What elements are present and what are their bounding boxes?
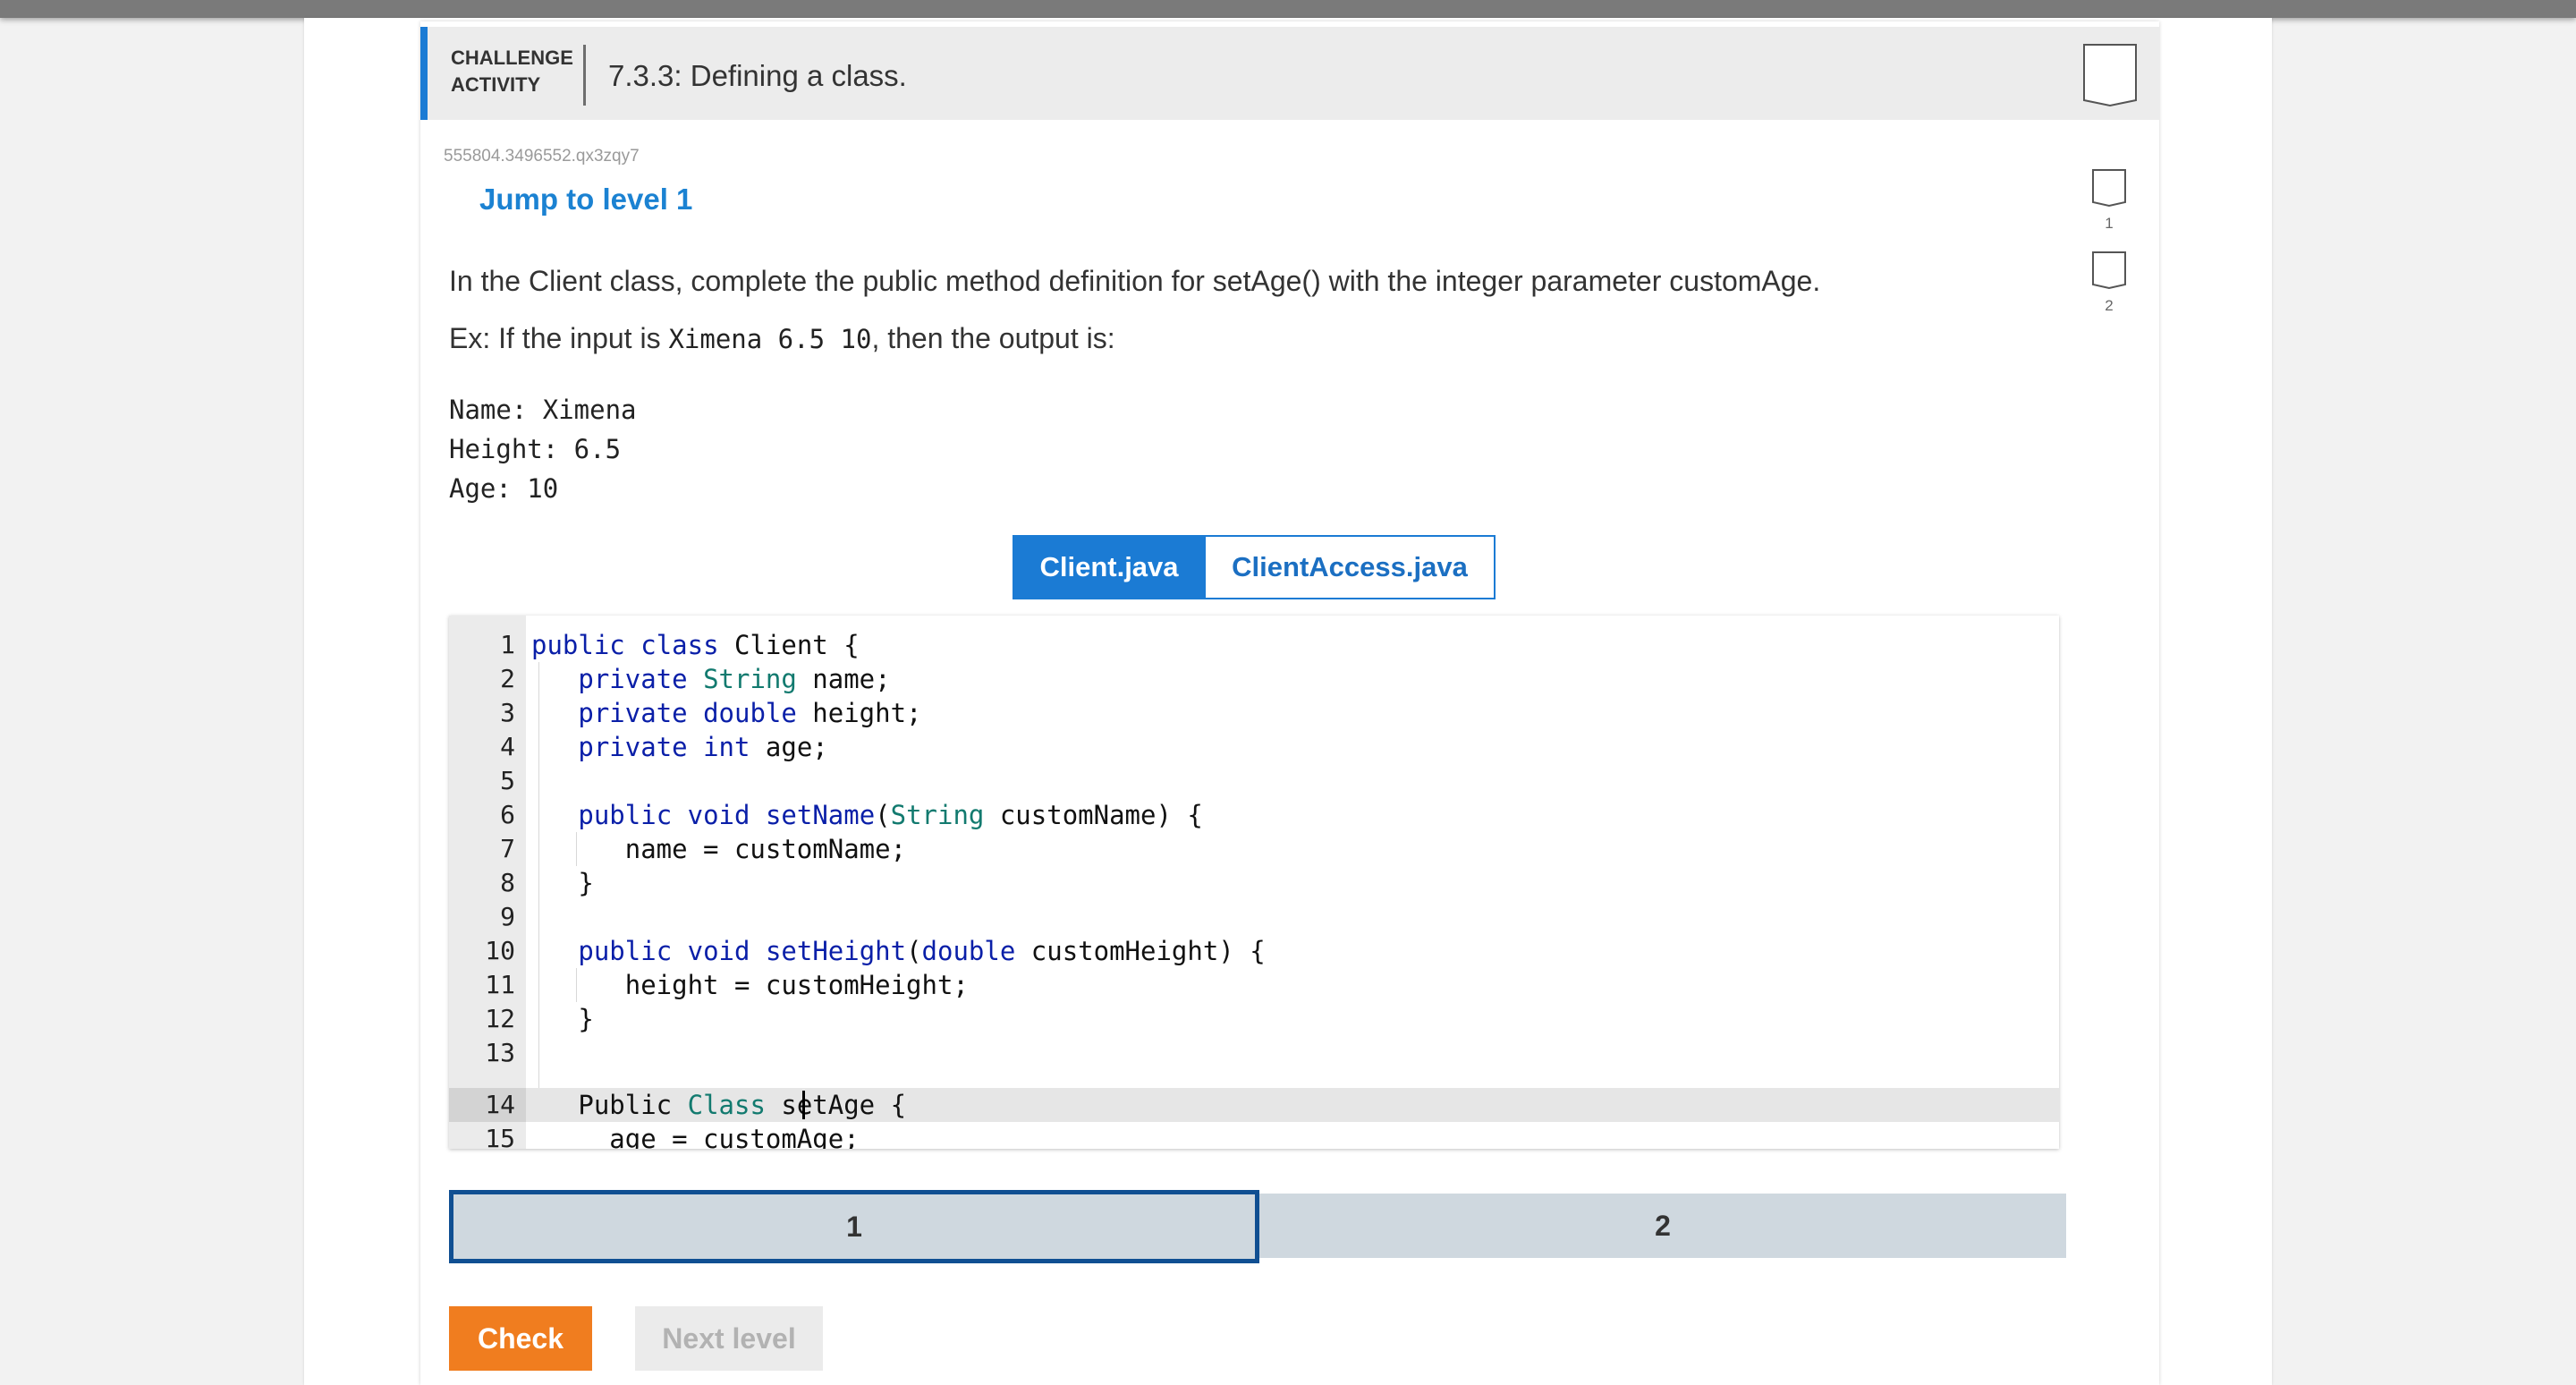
code-line: age = customAge;: [531, 1124, 860, 1149]
tab-clientaccess-java[interactable]: ClientAccess.java: [1206, 535, 1496, 599]
output-line: Age: 10: [449, 473, 559, 504]
code-line: public void setName(String customName) {: [578, 800, 1203, 830]
code-line: }: [531, 868, 594, 898]
header-accent-bar: [420, 27, 428, 120]
check-button[interactable]: Check: [449, 1306, 592, 1371]
example-line: Ex: If the input is Ximena 6.5 10, then …: [449, 322, 1115, 355]
code-line: public class Client {: [531, 630, 860, 660]
level-indicator-1[interactable]: 1: [2091, 168, 2127, 233]
activity-title: 7.3.3: Defining a class.: [608, 59, 907, 92]
code-line: private double height;: [578, 698, 922, 728]
line-number: 9: [500, 902, 515, 931]
level-indicator-2[interactable]: 2: [2091, 251, 2127, 315]
challenge-activity-card: CHALLENGE ACTIVITY 7.3.3: Defining a cla…: [420, 21, 2159, 1385]
line-number: 5: [500, 766, 515, 795]
line-number: 2: [500, 664, 515, 693]
line-number: 10: [485, 936, 515, 965]
challenge-activity-label: CHALLENGE ACTIVITY: [451, 45, 585, 98]
text-cursor: [802, 1091, 805, 1119]
browser-top-bar: [0, 0, 2576, 18]
line-number: 13: [485, 1038, 515, 1067]
challenge-label-line2: ACTIVITY: [451, 73, 541, 96]
header-divider: [583, 45, 586, 106]
example-suffix: , then the output is:: [871, 322, 1115, 354]
line-number: 12: [485, 1004, 515, 1033]
output-line: Height: 6.5: [449, 434, 622, 464]
line-number: 4: [500, 732, 515, 761]
example-input: Ximena 6.5 10: [668, 324, 872, 354]
activity-id: 555804.3496552.qx3zqy7: [444, 147, 640, 166]
line-number: 1: [500, 630, 515, 659]
line-number: 8: [500, 868, 515, 897]
code-line: }: [531, 1004, 594, 1034]
level-2-button[interactable]: 2: [1259, 1194, 2066, 1258]
challenge-label-line1: CHALLENGE: [451, 47, 573, 69]
level-2-badge-icon: [2092, 251, 2126, 290]
line-number: 7: [500, 834, 515, 863]
code-line: private int age;: [578, 732, 828, 762]
output-line: Name: Ximena: [449, 395, 637, 425]
jump-to-level-link[interactable]: Jump to level 1: [479, 183, 692, 217]
line-number: 6: [500, 800, 515, 829]
example-prefix: Ex: If the input is: [449, 322, 669, 354]
code-editor[interactable]: 1 2 3 4 5 6 7 8 9 10 11 12 13 14 15 publ…: [449, 616, 2059, 1149]
line-number: 14: [485, 1090, 515, 1119]
code-line: Public Class setAge {: [531, 1090, 907, 1120]
line-number: 3: [500, 698, 515, 727]
activity-header: CHALLENGE ACTIVITY 7.3.3: Defining a cla…: [420, 27, 2159, 120]
code-line: private String name;: [578, 664, 891, 694]
line-number: 15: [485, 1124, 515, 1149]
next-level-button[interactable]: Next level: [635, 1306, 823, 1371]
file-tabs: Client.java ClientAccess.java: [1013, 535, 1496, 599]
level-1-badge-icon: [2092, 169, 2126, 208]
level-1-button[interactable]: 1: [449, 1190, 1259, 1263]
completion-badge-icon: [2082, 43, 2138, 107]
problem-prompt: In the Client class, complete the public…: [449, 265, 1821, 297]
line-number: 11: [485, 970, 515, 999]
code-line: name = customName;: [531, 834, 907, 864]
tab-client-java[interactable]: Client.java: [1013, 535, 1206, 599]
level-indicator-number: 1: [2105, 215, 2114, 232]
code-line: public void setHeight(double customHeigh…: [578, 936, 1266, 966]
expected-output: Name: Ximena Height: 6.5 Age: 10: [449, 390, 637, 508]
level-indicator-number: 2: [2105, 297, 2114, 314]
level-selector: 1 2: [449, 1190, 2066, 1263]
code-line: height = customHeight;: [531, 970, 969, 1000]
